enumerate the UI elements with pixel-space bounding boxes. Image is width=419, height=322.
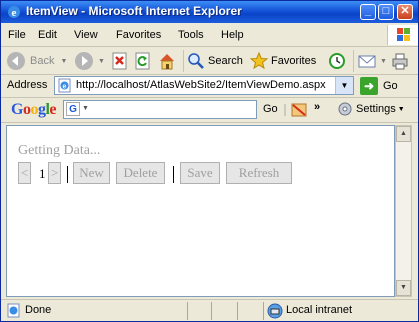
- back-label: Back: [30, 55, 55, 67]
- minimize-button[interactable]: _: [360, 4, 376, 20]
- google-dropdown-icon[interactable]: ▼: [82, 105, 89, 112]
- ie-icon: e: [8, 6, 20, 19]
- favorites-label: Favorites: [271, 55, 317, 67]
- new-button[interactable]: New: [73, 162, 110, 184]
- favorites-star-icon: [250, 52, 268, 70]
- home-icon: [160, 54, 174, 70]
- svg-text:e: e: [63, 84, 67, 91]
- windows-flag-icon: [387, 25, 418, 45]
- go-button[interactable]: ➜ Go: [360, 76, 398, 96]
- security-zone: Local intranet: [286, 304, 353, 316]
- status-divider: [263, 302, 264, 320]
- status-bar: Done Local intranet: [1, 299, 418, 322]
- status-divider: [211, 302, 212, 320]
- status-divider: [237, 302, 238, 320]
- svg-text:e: e: [12, 7, 17, 19]
- menu-favorites[interactable]: Favorites: [116, 29, 161, 41]
- mail-button[interactable]: ▼: [353, 50, 387, 72]
- separator: [67, 166, 68, 183]
- more-chevron-icon[interactable]: »: [314, 101, 320, 113]
- page-icon: e: [58, 78, 71, 93]
- forward-arrow-icon: [75, 52, 93, 70]
- address-input[interactable]: e http://localhost/AtlasWebSite2/ItemVie…: [54, 76, 354, 95]
- back-dropdown-icon[interactable]: ▼: [60, 58, 67, 65]
- delete-button[interactable]: Delete: [116, 162, 165, 184]
- status-text: Done: [25, 304, 52, 316]
- separator: [173, 166, 174, 183]
- home-button[interactable]: [157, 50, 177, 72]
- google-search-input[interactable]: G ▼: [63, 100, 257, 119]
- refresh-icon: [135, 52, 150, 70]
- previous-button[interactable]: <: [18, 162, 31, 184]
- address-url: http://localhost/AtlasWebSite2/ItemViewD…: [76, 79, 326, 91]
- go-label: Go: [383, 80, 398, 92]
- settings-button[interactable]: Settings ▼: [337, 101, 405, 117]
- address-bar: Address e http://localhost/AtlasWebSite2…: [1, 75, 418, 98]
- address-dropdown-icon[interactable]: ▼: [335, 77, 353, 94]
- google-icon[interactable]: G: [66, 102, 80, 116]
- maximize-button[interactable]: □: [378, 4, 394, 20]
- menu-view[interactable]: View: [74, 29, 98, 41]
- ie-window: e ItemView - Microsoft Internet Explorer…: [0, 0, 419, 322]
- mail-dropdown-icon[interactable]: ▼: [380, 58, 387, 65]
- menu-file[interactable]: File: [8, 29, 26, 41]
- search-label: Search: [208, 55, 243, 67]
- google-go-button[interactable]: Go: [263, 103, 278, 115]
- menu-help[interactable]: Help: [221, 29, 244, 41]
- scroll-up-icon[interactable]: ▲: [396, 126, 411, 142]
- title-bar[interactable]: e ItemView - Microsoft Internet Explorer…: [1, 1, 418, 23]
- settings-dropdown-icon: ▼: [397, 105, 405, 113]
- save-button[interactable]: Save: [180, 162, 220, 184]
- menu-edit[interactable]: Edit: [38, 29, 57, 41]
- page-number: 1: [39, 166, 46, 181]
- popup-blocker-icon[interactable]: [290, 101, 308, 119]
- history-icon: [329, 53, 345, 69]
- back-arrow-icon: [7, 52, 25, 70]
- search-button[interactable]: Search: [183, 50, 243, 72]
- settings-label: Settings: [356, 103, 396, 115]
- favorites-button[interactable]: Favorites: [250, 50, 316, 72]
- refresh-data-button[interactable]: Refresh: [226, 162, 292, 184]
- search-icon: [188, 53, 204, 69]
- google-logo[interactable]: Google: [11, 101, 56, 119]
- forward-button[interactable]: ▼: [74, 50, 105, 72]
- next-button[interactable]: >: [48, 162, 61, 184]
- print-icon: [392, 53, 408, 70]
- stop-button[interactable]: [111, 50, 129, 72]
- standard-toolbar: Back ▼ ▼ Search Favorites ▼: [1, 47, 418, 75]
- refresh-button[interactable]: [134, 50, 152, 72]
- close-button[interactable]: ✕: [397, 4, 413, 20]
- status-divider: [187, 302, 188, 320]
- settings-gear-icon: [338, 102, 352, 116]
- go-arrow-icon: ➜: [360, 77, 378, 95]
- menu-tools[interactable]: Tools: [178, 29, 204, 41]
- window-title: ItemView - Microsoft Internet Explorer: [26, 4, 242, 18]
- history-button[interactable]: [328, 50, 346, 72]
- menu-bar: File Edit View Favorites Tools Help: [1, 24, 418, 47]
- vertical-scrollbar[interactable]: ▲ ▼: [395, 125, 412, 297]
- local-intranet-icon: [267, 303, 283, 319]
- forward-dropdown-icon[interactable]: ▼: [98, 58, 105, 65]
- page-done-icon: [7, 303, 20, 318]
- address-label: Address: [7, 79, 48, 91]
- mail-icon: [358, 55, 376, 68]
- scroll-down-icon[interactable]: ▼: [396, 280, 411, 296]
- stop-icon: [112, 52, 127, 70]
- loading-text: Getting Data...: [18, 143, 101, 158]
- page-content: Getting Data... < 1 > New Delete Save Re…: [6, 125, 395, 297]
- print-button[interactable]: [391, 50, 409, 72]
- toolbar-handle-icon: [284, 104, 286, 116]
- back-button[interactable]: Back ▼: [6, 50, 67, 72]
- google-toolbar: Google G ▼ Go » Settings ▼: [1, 98, 418, 123]
